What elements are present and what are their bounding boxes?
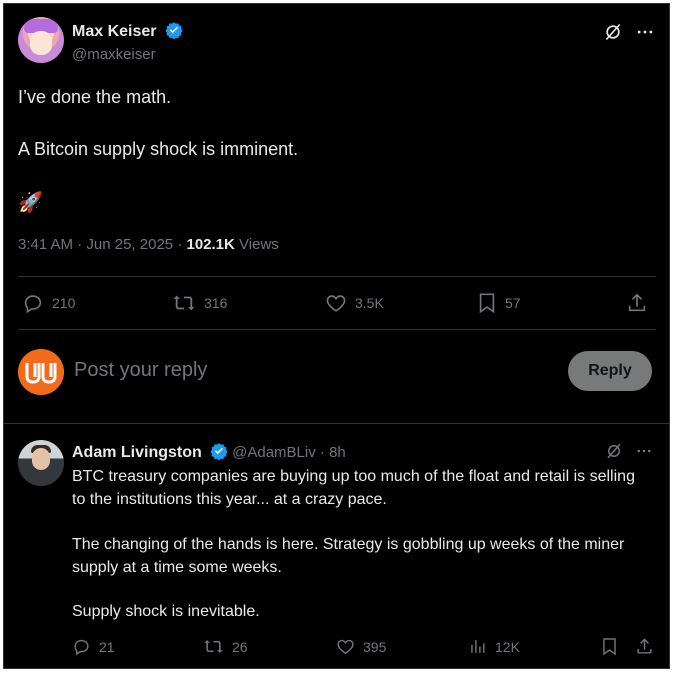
views-icon bbox=[468, 637, 487, 656]
rocket-emoji: 🚀 bbox=[18, 192, 43, 214]
reply-bookmark-action[interactable] bbox=[601, 637, 618, 656]
reply-author-handle[interactable]: @AdamBLiv bbox=[232, 444, 316, 461]
reply-paragraph-3: Supply shock is inevitable. bbox=[72, 603, 260, 620]
current-user-avatar[interactable] bbox=[18, 349, 64, 395]
post-text-line-2: A Bitcoin supply shock is imminent. bbox=[18, 139, 299, 159]
share-icon bbox=[626, 292, 648, 314]
post-detail-panel: Max Keiser @maxkeiser I’ve done the math… bbox=[3, 3, 670, 669]
views-label: Views bbox=[239, 236, 279, 253]
bookmark-icon bbox=[477, 292, 497, 314]
reply-count: 210 bbox=[52, 295, 76, 311]
reply-icon bbox=[22, 292, 44, 314]
more-icon[interactable] bbox=[635, 442, 653, 460]
reply-views-count: 12K bbox=[495, 638, 520, 655]
grok-icon[interactable] bbox=[605, 442, 623, 460]
author-handle[interactable]: @maxkeiser bbox=[72, 46, 156, 63]
reply-reply-action[interactable]: 21 bbox=[72, 637, 115, 656]
reply-icon bbox=[72, 637, 91, 656]
like-action[interactable]: 3.5K bbox=[325, 292, 384, 314]
reply-action[interactable]: 210 bbox=[22, 292, 75, 314]
reply-author-row: Adam Livingston @AdamBLiv · 8h bbox=[72, 442, 346, 461]
reply-paragraph-1: BTC treasury companies are buying up too… bbox=[72, 468, 635, 508]
reply-like-action[interactable]: 395 bbox=[336, 637, 386, 656]
verified-badge-icon[interactable] bbox=[210, 442, 228, 461]
grok-icon[interactable] bbox=[603, 22, 623, 42]
more-icon[interactable] bbox=[635, 22, 655, 42]
like-icon bbox=[336, 637, 355, 656]
divider bbox=[18, 329, 656, 330]
author-name[interactable]: Max Keiser bbox=[72, 23, 157, 40]
author-name-row[interactable]: Max Keiser bbox=[72, 21, 183, 41]
post-meta: 3:41 AM · Jun 25, 2025 · 102.1K Views bbox=[18, 236, 279, 253]
reply-button[interactable]: Reply bbox=[568, 351, 652, 391]
repost-icon bbox=[203, 637, 224, 656]
bookmark-icon bbox=[601, 637, 618, 656]
verified-badge-icon[interactable] bbox=[165, 21, 183, 40]
post-date[interactable]: Jun 25, 2025 bbox=[86, 236, 173, 253]
divider bbox=[18, 276, 656, 277]
reply-repost-action[interactable]: 26 bbox=[203, 637, 248, 656]
post-time[interactable]: 3:41 AM bbox=[18, 236, 73, 253]
reply-author-name[interactable]: Adam Livingston bbox=[72, 444, 202, 461]
post-text-line-1: I’ve done the math. bbox=[18, 87, 172, 107]
views-count: 102.1K bbox=[186, 236, 235, 253]
reply-paragraph-2: The changing of the hands is here. Strat… bbox=[72, 536, 625, 576]
repost-action[interactable]: 316 bbox=[172, 292, 227, 314]
like-icon bbox=[325, 292, 347, 314]
share-action[interactable] bbox=[626, 292, 648, 314]
bookmark-action[interactable]: 57 bbox=[477, 292, 521, 314]
reply-views-action[interactable]: 12K bbox=[468, 637, 520, 656]
bookmark-count: 57 bbox=[505, 295, 521, 311]
like-count: 3.5K bbox=[355, 295, 384, 311]
repost-count: 316 bbox=[204, 295, 228, 311]
reply-input[interactable]: Post your reply bbox=[74, 359, 207, 382]
reply-reply-count: 21 bbox=[99, 638, 115, 655]
reply-share-action[interactable] bbox=[635, 637, 654, 656]
reply-repost-count: 26 bbox=[232, 638, 248, 655]
author-avatar[interactable] bbox=[18, 17, 64, 63]
reply-age[interactable]: 8h bbox=[329, 444, 346, 461]
repost-icon bbox=[172, 292, 196, 314]
share-icon bbox=[635, 637, 654, 656]
reply-author-avatar[interactable] bbox=[18, 440, 64, 486]
reply-like-count: 395 bbox=[363, 638, 387, 655]
divider bbox=[4, 423, 669, 424]
